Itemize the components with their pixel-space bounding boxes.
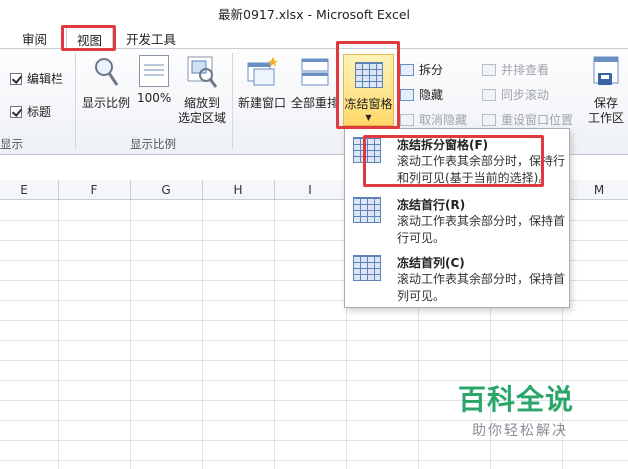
zoom-selection-label-2: 选定区域 xyxy=(178,111,227,125)
column-header[interactable]: E xyxy=(0,183,59,197)
sync-scroll-label: 同步滚动 xyxy=(501,88,550,102)
arrange-all-icon xyxy=(301,58,329,86)
zoom-selection-label-1: 缩放到 xyxy=(184,96,221,110)
page-100-icon xyxy=(139,55,170,87)
watermark-logo: 百科全说 助你轻松解决 xyxy=(458,378,608,440)
zoom-selection-icon xyxy=(187,56,218,88)
hide-button[interactable]: 隐藏 xyxy=(400,86,443,103)
column-header[interactable]: M xyxy=(564,183,628,197)
side-by-side-icon xyxy=(482,63,496,76)
sync-scroll-button[interactable]: 同步滚动 xyxy=(482,86,549,103)
highlight-freeze-button xyxy=(336,41,400,129)
title-bar: 最新0917.xlsx - Microsoft Excel xyxy=(0,0,628,24)
magnifier-icon xyxy=(95,58,119,86)
menu-item-description: 滚动工作表其余部分时，保持首列可见。 xyxy=(397,272,566,303)
hide-label: 隐藏 xyxy=(419,88,444,102)
highlight-freeze-panes-item xyxy=(363,135,544,187)
new-window-button[interactable]: 新建窗口 xyxy=(238,55,286,111)
column-header[interactable]: H xyxy=(203,183,273,197)
formula-bar-checkbox[interactable] xyxy=(10,72,22,85)
watermark-slogan: 助你轻松解决 xyxy=(472,423,568,439)
zoom-button[interactable]: 显示比例 xyxy=(82,55,130,111)
save-workspace-label-1: 保存 xyxy=(594,96,619,110)
reset-window-position-button[interactable]: 重设窗口位置 xyxy=(482,111,573,128)
arrange-all-label: 全部重排 xyxy=(291,96,340,110)
formula-bar-toggle[interactable]: 编辑栏 xyxy=(10,70,63,87)
save-workspace-label-2: 工作区 xyxy=(588,111,625,125)
column-header[interactable]: G xyxy=(131,183,201,197)
sync-scroll-icon xyxy=(482,88,496,101)
formula-bar-label: 编辑栏 xyxy=(27,72,64,86)
group-label-zoom: 显示比例 xyxy=(130,137,176,151)
zoom-100-button[interactable]: 100% xyxy=(137,55,171,106)
column-header[interactable]: I xyxy=(275,183,345,197)
new-window-icon xyxy=(247,57,278,86)
zoom-label: 显示比例 xyxy=(82,96,131,110)
tab-developer[interactable]: 开发工具 xyxy=(126,29,176,48)
tab-review[interactable]: 审阅 xyxy=(22,29,47,48)
group-separator xyxy=(232,53,233,149)
zoom-to-selection-button[interactable]: 缩放到 选定区域 xyxy=(178,55,226,126)
column-divider xyxy=(202,180,203,200)
arrange-all-button[interactable]: 全部重排 xyxy=(291,55,339,111)
save-workspace-button[interactable]: 保存 工作区 xyxy=(588,55,624,126)
unhide-icon xyxy=(400,113,414,126)
split-icon xyxy=(400,63,414,76)
column-divider xyxy=(130,180,131,200)
highlight-view-tab xyxy=(61,25,116,51)
hide-icon xyxy=(400,88,414,101)
split-button[interactable]: 拆分 xyxy=(400,61,443,78)
new-window-label: 新建窗口 xyxy=(238,96,287,110)
watermark-brand: 百科全说 xyxy=(458,383,575,416)
split-label: 拆分 xyxy=(419,63,444,77)
group-label-show: 显示 xyxy=(0,137,23,151)
column-header[interactable]: F xyxy=(59,183,129,197)
column-divider xyxy=(58,180,59,200)
menu-item-title: 冻结首列(C) xyxy=(397,256,465,270)
view-side-by-side-button[interactable]: 并排查看 xyxy=(482,61,549,78)
freeze-first-column-icon xyxy=(353,255,381,281)
headings-label: 标题 xyxy=(27,105,52,119)
zoom-100-label: 100% xyxy=(137,91,172,105)
menu-item-freeze-top-row[interactable]: 冻结首行(R) 滚动工作表其余部分时，保持首行可见。 xyxy=(345,191,569,249)
menu-item-description: 滚动工作表其余部分时，保持首行可见。 xyxy=(397,214,566,245)
save-workspace-icon xyxy=(593,56,619,85)
unhide-button[interactable]: 取消隐藏 xyxy=(400,111,467,128)
window-title: 最新0917.xlsx - Microsoft Excel xyxy=(218,7,410,22)
column-divider xyxy=(274,180,275,200)
side-by-side-label: 并排查看 xyxy=(501,63,550,77)
menu-item-freeze-first-column[interactable]: 冻结首列(C) 滚动工作表其余部分时，保持首列可见。 xyxy=(345,249,569,307)
reset-position-icon xyxy=(482,113,496,126)
group-separator xyxy=(75,53,76,149)
menu-item-title: 冻结首行(R) xyxy=(397,198,466,212)
freeze-top-row-icon xyxy=(353,197,381,223)
reset-position-label: 重设窗口位置 xyxy=(501,113,574,127)
headings-checkbox[interactable] xyxy=(10,105,22,118)
unhide-label: 取消隐藏 xyxy=(419,113,468,127)
headings-toggle[interactable]: 标题 xyxy=(10,103,51,120)
